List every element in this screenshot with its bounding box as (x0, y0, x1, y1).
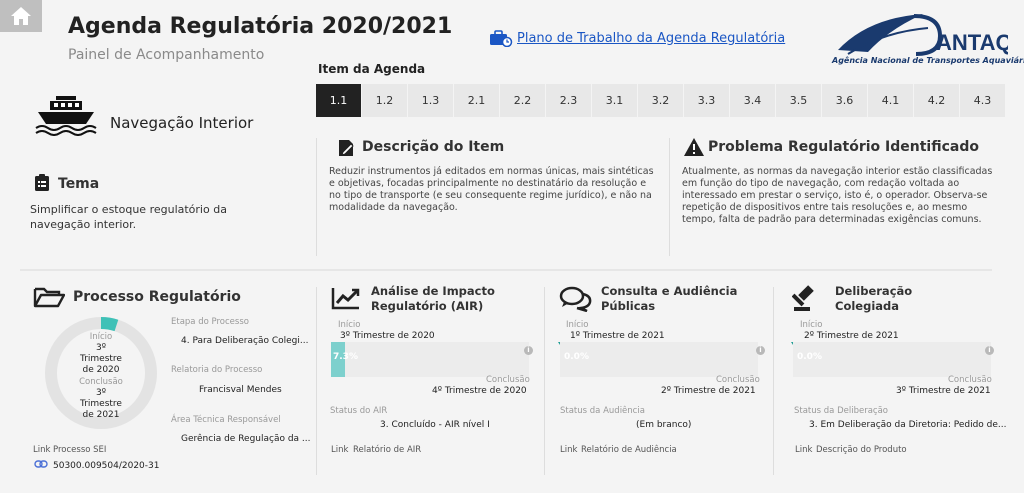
tab-1-3[interactable]: 1.3 (408, 84, 453, 117)
tab-3-3[interactable]: 3.3 (684, 84, 729, 117)
tab-2-3[interactable]: 2.3 (546, 84, 591, 117)
card-deliberacao-pct: 0.0% (797, 352, 822, 362)
tab-3-4[interactable]: 3.4 (730, 84, 775, 117)
card-consulta-link-label: Link (560, 445, 578, 455)
plan-link-text[interactable]: Plano de Trabalho da Agenda Regulatória (517, 31, 785, 46)
clipboard-icon (35, 174, 49, 191)
card-consulta-conclusao-value: 2º Trimestre de 2021 (661, 386, 756, 396)
tab-3-1[interactable]: 3.1 (592, 84, 637, 117)
tab-3-5[interactable]: 3.5 (776, 84, 821, 117)
warning-icon (684, 138, 704, 156)
card-air-link-label: Link (331, 445, 349, 455)
card-consulta-pct: 0.0% (564, 352, 589, 362)
processo-link-label: Link (33, 445, 51, 455)
card-deliberacao-inicio-value: 2º Trimestre de 2021 (804, 331, 899, 341)
tab-4-1[interactable]: 4.1 (868, 84, 913, 117)
card-deliberacao-link[interactable]: Descrição do Produto (816, 445, 907, 455)
info-icon[interactable]: i (985, 346, 994, 355)
processo-link-title: Processo SEI (53, 445, 107, 455)
problema-text: Atualmente, as normas da navegação inter… (682, 166, 993, 225)
home-button[interactable] (0, 0, 42, 32)
card-air-inicio-value: 3º Trimestre de 2020 (340, 331, 435, 341)
divider (773, 287, 774, 475)
tema-label: Tema (58, 176, 100, 192)
card-deliberacao-status-label: Status da Deliberação (794, 406, 889, 416)
section-divider (20, 269, 992, 271)
relatoria-value: Francisval Mendes (199, 385, 282, 395)
info-icon[interactable]: i (756, 346, 765, 355)
tab-1-1[interactable]: 1.1 (316, 84, 361, 117)
etapa-value: 4. Para Deliberação Colegi... (181, 336, 309, 346)
card-deliberacao-bar (793, 342, 991, 377)
agenda-tabs: 1.1 1.2 1.3 2.1 2.2 2.3 3.1 3.2 3.3 3.4 … (316, 84, 1005, 117)
card-consulta-conclusao-label: Conclusão (716, 375, 760, 385)
card-consulta-status-label: Status da Audiência (560, 406, 645, 416)
card-consulta-link[interactable]: Relatório de Audiência (581, 445, 677, 455)
tab-2-2[interactable]: 2.2 (500, 84, 545, 117)
divider (544, 287, 545, 475)
info-icon[interactable]: i (524, 346, 533, 355)
tab-4-3[interactable]: 4.3 (960, 84, 1005, 117)
link-icon[interactable] (34, 459, 48, 469)
briefcase-clock-icon (490, 30, 513, 47)
divider (316, 138, 317, 256)
processo-label: Processo Regulatório (73, 289, 241, 305)
divider (669, 138, 670, 256)
area-value: Gerência de Regulação da ... (181, 434, 311, 444)
tab-1-2[interactable]: 1.2 (362, 84, 407, 117)
gavel-icon (792, 285, 814, 311)
divider (316, 287, 317, 475)
tab-3-6[interactable]: 3.6 (822, 84, 867, 117)
descricao-text: Reduzir instrumentos já editados em norm… (329, 166, 654, 213)
card-deliberacao-status-value: 3. Em Deliberação da Diretoria: Pedido d… (809, 420, 1007, 430)
donut-conclusao-label: Conclusão (79, 377, 123, 387)
card-deliberacao-conclusao-value: 3º Trimestre de 2021 (896, 386, 991, 396)
tab-3-2[interactable]: 3.2 (638, 84, 683, 117)
card-air-bar (331, 342, 529, 377)
card-consulta-status-value: (Em branco) (636, 420, 692, 430)
plan-link[interactable]: Plano de Trabalho da Agenda Regulatória (489, 29, 785, 47)
card-air-status-value: 3. Concluído - AIR nível I (380, 420, 490, 430)
card-air-conclusao-label: Conclusão (486, 375, 530, 385)
tema-text: Simplificar o estoque regulatório da nav… (30, 203, 227, 231)
tab-4-2[interactable]: 4.2 (914, 84, 959, 117)
card-air-link[interactable]: Relatório de AIR (353, 445, 421, 455)
card-air-status-label: Status do AIR (330, 406, 388, 416)
page-title: Agenda Regulatória 2020/2021 (68, 14, 453, 39)
ship-icon (35, 96, 97, 136)
area-label: Área Técnica Responsável (171, 415, 281, 425)
donut-inicio-label: Início (89, 332, 113, 342)
problema-label: Problema Regulatório Identificado (708, 139, 979, 155)
card-consulta-inicio-label: Início (566, 320, 589, 330)
card-deliberacao-inicio-label: Início (800, 320, 823, 330)
processo-sei-link[interactable]: 50300.009504/2020-31 (53, 461, 159, 471)
folder-open-icon (33, 287, 65, 308)
descricao-label: Descrição do Item (362, 139, 505, 155)
card-deliberacao-title: Deliberação Colegiada (835, 284, 913, 313)
etapa-label: Etapa do Processo (171, 317, 249, 327)
card-air-conclusao-value: 4º Trimestre de 2020 (432, 386, 527, 396)
card-deliberacao-conclusao-label: Conclusão (948, 375, 992, 385)
card-consulta-bar (560, 342, 758, 377)
tab-2-1[interactable]: 2.1 (454, 84, 499, 117)
card-air-inicio-label: Início (338, 320, 361, 330)
home-icon (11, 7, 31, 25)
relatoria-label: Relatoria do Processo (171, 365, 263, 375)
page-subtitle: Painel de Acompanhamento (68, 47, 265, 63)
card-consulta-title: Consulta e Audiência Públicas (601, 284, 738, 313)
card-consulta-inicio-value: 1º Trimestre de 2021 (570, 331, 665, 341)
card-air-pct: 7.3% (333, 352, 358, 362)
line-chart-icon (331, 288, 360, 310)
donut-inicio-value: 3º Trimestre de 2020 (80, 343, 122, 375)
card-air-title: Análise de Impacto Regulatório (AIR) (371, 284, 495, 313)
agenda-label: Item da Agenda (318, 62, 426, 76)
area-title: Navegação Interior (110, 114, 254, 132)
chat-bubbles-icon (559, 286, 592, 312)
svg-text:ANTAQ: ANTAQ (936, 30, 1008, 55)
edit-document-icon (339, 140, 354, 156)
card-deliberacao-link-label: Link (795, 445, 813, 455)
logo-subtitle: Agência Nacional de Transportes Aquaviár… (832, 56, 1024, 65)
donut-conclusao-value: 3º Trimestre de 2021 (80, 388, 122, 420)
